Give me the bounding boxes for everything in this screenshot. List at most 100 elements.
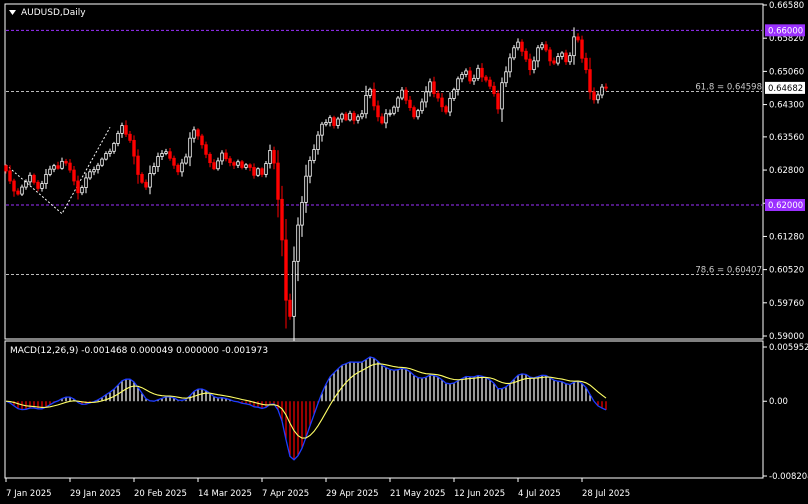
candle-body [280,198,284,241]
candle-body [220,152,224,162]
time-tick-label: 28 Jul 2025 [582,489,630,499]
candle-body [464,70,468,75]
time-tick-label: 7 Jan 2025 [6,489,52,499]
candle-body [208,153,212,164]
candle-body [8,170,12,182]
candle-body [112,143,116,152]
candle-body [536,47,540,62]
candle-body [516,41,520,49]
candle-body [56,165,60,169]
candle-body [268,150,272,164]
time-tick-label: 14 Mar 2025 [198,489,252,499]
candle-body [520,41,524,52]
candle-body [72,169,76,182]
candle-body [96,164,100,171]
candle-body [348,112,352,121]
candle-body [544,44,548,51]
candle-body [120,125,124,134]
audusd-chart: 61.8 = 0.64598 78.6 = 0.60407 AUDUSD,Dail… [4,1,808,499]
candle-body [412,107,416,118]
candle-body [184,156,188,164]
candle-body [372,88,376,107]
candle-body [304,175,308,203]
candle-body [580,39,584,59]
candle-body [548,49,552,62]
candle-body [92,169,96,173]
candle-body [308,160,312,177]
candle-body [44,174,48,185]
candle-body [160,153,164,157]
macd-label: MACD(12,26,9) -0.001468 0.000049 0.00000… [10,346,268,356]
candle-body [36,181,40,189]
candle-body [400,89,404,99]
candle-body [88,171,92,179]
candle-body [428,81,432,93]
candle-body [192,129,196,139]
candle-body [364,94,368,115]
candle-body [232,162,236,166]
candle-body [584,57,588,71]
candle-body [28,174,32,183]
candle-body [560,52,564,57]
price-tick-label: 0.59000 [769,332,804,342]
candle-body [312,149,316,161]
candle-body [136,155,140,175]
macd-pane[interactable]: MACD(12,26,9) -0.001468 0.000049 0.00000… [4,340,764,479]
candle-body [260,168,264,175]
price-tick-label: 0.63560 [769,133,804,143]
candle-body [316,134,320,150]
price-tick-label: 0.59760 [769,299,804,309]
candle-body [500,82,504,110]
candle-body [212,162,216,170]
candle-body [384,113,388,124]
candle-body [508,57,512,73]
candle-body [436,93,440,99]
candle-body [132,139,136,157]
price-tick-label: 0.65060 [769,67,804,77]
price-tick-label: 0.64300 [769,101,804,111]
candle-body [128,133,132,141]
candle-body [236,161,240,166]
candle-body [596,94,600,101]
candle-body [240,161,244,168]
candle-body [172,157,176,166]
candle-body [604,86,608,89]
candle-body [484,76,488,81]
candle-body [336,118,340,126]
candle-body [108,150,112,154]
time-tick-label: 20 Feb 2025 [134,489,187,499]
candle-body [456,78,460,91]
candle-body [344,113,348,121]
candle-body [224,152,228,160]
price-tick-label: 0.61280 [769,232,804,242]
candle-body [368,88,372,96]
candle-body [360,113,364,118]
candle-body [276,162,280,200]
candle-body [140,174,144,183]
candle-body [424,91,428,103]
price-pane[interactable]: 61.8 = 0.64598 78.6 = 0.60407 AUDUSD,Dail… [4,3,764,344]
candle-body [156,156,160,167]
candle-body [504,71,508,84]
candle-body [392,106,396,114]
candle-body [352,112,356,121]
candle-body [320,123,324,136]
macd-axis: 0.005952 0.00 -0.008204 [763,343,808,482]
candle-body [180,162,184,173]
candle-body [592,91,596,101]
candle-body [168,151,172,159]
candle-body [288,299,292,317]
candle-body [556,56,560,64]
candle-body [452,89,456,99]
candle-body [20,186,24,195]
candle-body [448,98,452,113]
current-price-text: 0.64682 [768,84,803,94]
candle-body [420,101,424,112]
price-tick-label: 0.62800 [769,166,804,176]
candle-body [568,55,572,63]
candle-body [356,116,360,121]
macd-tick-label: 0.005952 [769,343,808,353]
macd-tick-label: 0.00 [769,397,788,407]
candle-body [4,165,8,172]
candle-body [532,60,536,71]
